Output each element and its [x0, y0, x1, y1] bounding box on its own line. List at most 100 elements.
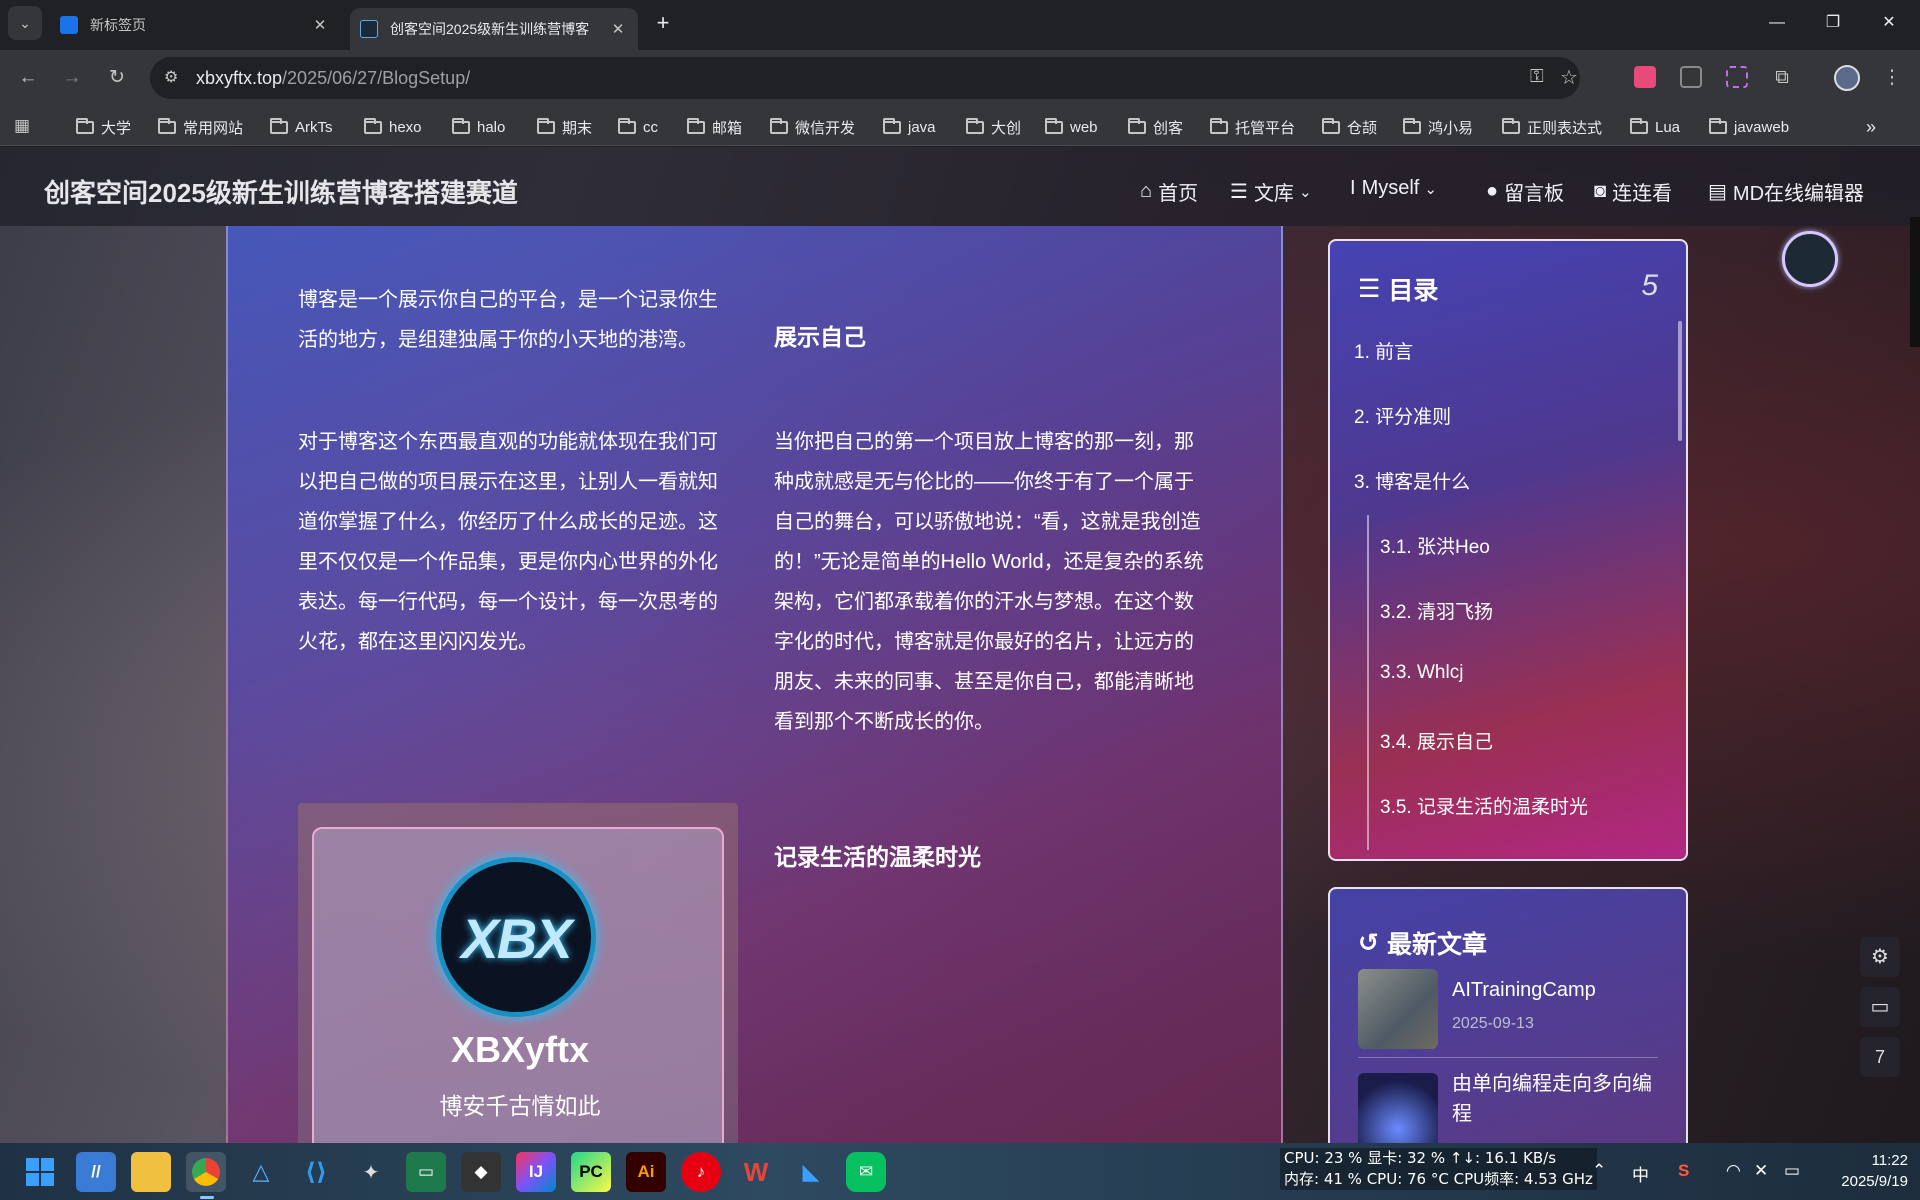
tab-new-tab[interactable]: 新标签页 ✕ — [50, 8, 340, 42]
close-window-button[interactable]: ✕ — [1866, 8, 1912, 42]
restore-button[interactable]: ❐ — [1810, 8, 1856, 42]
bookmark-folder[interactable]: 鸿小易 — [1403, 116, 1473, 138]
browser-menu-icon[interactable]: ⋮ — [1876, 62, 1908, 94]
wifi-icon[interactable]: ◠ — [1726, 1161, 1741, 1181]
toc-item[interactable]: 3.2. 清羽飞扬 — [1380, 597, 1493, 624]
copilot-app-icon[interactable]: // — [76, 1152, 116, 1192]
wechat-icon[interactable]: ✉ — [846, 1152, 886, 1192]
app-c-icon[interactable]: ▭ — [406, 1152, 446, 1192]
xbx-logo[interactable]: XBX — [436, 857, 596, 1017]
clock[interactable]: 11:22 2025/9/19 — [1818, 1150, 1908, 1192]
apps-grid-icon[interactable]: ▦ — [14, 116, 30, 136]
settings-gear-icon[interactable]: ⚙ — [1860, 937, 1900, 977]
post-title[interactable]: AITrainingCamp — [1452, 975, 1662, 1005]
app-b-icon[interactable]: ✦ — [351, 1152, 391, 1192]
bookmark-folder[interactable]: 仓颉 — [1322, 116, 1377, 138]
password-key-icon[interactable]: ⚿ — [1530, 66, 1544, 87]
netease-music-icon[interactable]: ♪ — [681, 1152, 721, 1192]
chevron-up-icon[interactable]: ⌃ — [1592, 1161, 1606, 1181]
pycharm-icon[interactable]: PC — [571, 1152, 611, 1192]
vscode-icon[interactable]: ⟨⟩ — [296, 1152, 336, 1192]
new-tab-favicon-icon — [60, 16, 78, 34]
minimize-button[interactable]: — — [1754, 8, 1800, 42]
app-e-icon[interactable]: ◣ — [791, 1152, 831, 1192]
bookmark-folder[interactable]: 邮箱 — [687, 116, 742, 138]
toc-item[interactable]: 1. 前言 — [1354, 337, 1413, 364]
address-bar[interactable]: ⚙ xbxyftx.top/2025/06/27/BlogSetup/ ⚿ ☆ — [150, 57, 1580, 99]
chrome-icon[interactable] — [186, 1152, 226, 1192]
start-windows-icon[interactable] — [20, 1152, 60, 1192]
comments-icon[interactable]: ▭ — [1860, 987, 1900, 1027]
app-d-icon[interactable]: ◆ — [461, 1152, 501, 1192]
nav-library[interactable]: ☰ 文库 ⌄ — [1230, 177, 1312, 206]
site-navbar: 创客空间2025级新生训练营博客搭建赛道 ⌂ 首页 ☰ 文库 ⌄ I Myself ⌄ ●… — [0, 147, 1920, 226]
bookmark-folder[interactable]: javaweb — [1709, 116, 1789, 138]
bookmark-label: 大学 — [101, 119, 132, 137]
bookmark-folder[interactable]: 大创 — [966, 116, 1021, 138]
folder-icon — [687, 117, 705, 134]
more-bookmarks-button[interactable]: » — [1866, 116, 1876, 138]
illustrator-icon[interactable]: Ai — [626, 1152, 666, 1192]
post-title[interactable]: 由单向编程走向多向编程 — [1452, 1069, 1662, 1129]
app-triangle-icon[interactable]: △ — [241, 1152, 281, 1192]
toc-item[interactable]: 2. 评分准则 — [1354, 402, 1451, 429]
site-info-icon[interactable]: ⚙ — [164, 67, 178, 87]
extensions-puzzle-icon[interactable]: ⧉ — [1766, 62, 1798, 94]
bookmark-folder[interactable]: 微信开发 — [770, 116, 855, 138]
toc-item[interactable]: 3. 博客是什么 — [1354, 467, 1470, 494]
reload-icon[interactable]: ↻ — [101, 62, 133, 94]
wps-icon[interactable]: W — [736, 1152, 776, 1192]
nav-guestbook[interactable]: ● 留言板 — [1486, 177, 1564, 206]
post-thumbnail[interactable] — [1358, 1073, 1438, 1143]
extension-capture-icon[interactable] — [1726, 66, 1748, 88]
bookmark-folder[interactable]: 托管平台 — [1210, 116, 1295, 138]
new-tab-button[interactable]: + — [640, 8, 686, 42]
date: 2025/9/19 — [1841, 1173, 1908, 1190]
floating-avatar[interactable] — [1782, 231, 1838, 287]
bookmark-label: 常用网站 — [183, 119, 244, 137]
battery-icon[interactable]: ▭ — [1784, 1161, 1800, 1181]
comment-count-badge[interactable]: 7 — [1860, 1037, 1900, 1077]
bookmark-folder[interactable]: Lua — [1630, 116, 1680, 138]
forward-arrow-icon[interactable]: → — [56, 62, 88, 94]
bookmark-folder[interactable]: 期末 — [537, 116, 592, 138]
nav-links[interactable]: ◙ 连连看 — [1594, 177, 1672, 206]
file-explorer-icon[interactable] — [131, 1152, 171, 1192]
tab-blog[interactable]: 创客空间2025级新生训练营博客 ✕ — [350, 8, 638, 50]
bookmark-folder[interactable]: 正则表达式 — [1502, 116, 1602, 138]
sogou-input-icon[interactable]: S — [1678, 1161, 1689, 1181]
bookmark-folder[interactable]: halo — [452, 116, 505, 138]
toc-item[interactable]: 3.4. 展示自己 — [1380, 727, 1493, 754]
bookmark-folder[interactable]: 大学 — [76, 116, 131, 138]
tab-search-button[interactable]: ⌄ — [8, 6, 42, 40]
nav-myself[interactable]: I Myself ⌄ — [1350, 177, 1437, 200]
page-scrollbar[interactable] — [1910, 217, 1920, 347]
extension-translate-icon[interactable] — [1634, 66, 1656, 88]
nav-home[interactable]: ⌂ 首页 — [1140, 177, 1198, 206]
back-arrow-icon[interactable]: ← — [12, 62, 44, 94]
bookmark-folder[interactable]: hexo — [364, 116, 422, 138]
profile-avatar[interactable] — [1834, 65, 1860, 91]
speaker-muted-icon[interactable]: ✕ — [1754, 1161, 1768, 1181]
bookmark-star-icon[interactable]: ☆ — [1560, 65, 1578, 90]
post-thumbnail[interactable] — [1358, 969, 1438, 1049]
bookmark-folder[interactable]: 创客 — [1128, 116, 1183, 138]
close-tab-icon[interactable]: ✕ — [608, 20, 628, 38]
bookmark-folder[interactable]: web — [1045, 116, 1098, 138]
intellij-idea-icon[interactable]: IJ — [516, 1152, 556, 1192]
ime-indicator[interactable]: 中 — [1632, 1161, 1649, 1186]
folder-icon — [1403, 117, 1421, 134]
bookmark-folder[interactable]: java — [883, 116, 936, 138]
toc-scrollbar[interactable] — [1678, 321, 1682, 441]
site-title[interactable]: 创客空间2025级新生训练营博客搭建赛道 — [44, 173, 518, 210]
extension-gray-icon[interactable] — [1680, 66, 1702, 88]
folder-icon — [1630, 117, 1648, 134]
toc-item[interactable]: 3.3. Whlcj — [1380, 662, 1463, 684]
bookmark-folder[interactable]: ArkTs — [270, 116, 333, 138]
toc-item[interactable]: 3.1. 张洪Heo — [1380, 532, 1490, 559]
bookmark-folder[interactable]: cc — [618, 116, 658, 138]
close-tab-icon[interactable]: ✕ — [310, 16, 330, 34]
toc-item[interactable]: 3.5. 记录生活的温柔时光 — [1380, 792, 1588, 819]
nav-md-editor[interactable]: ▤ MD在线编辑器 — [1708, 177, 1864, 206]
bookmark-folder[interactable]: 常用网站 — [158, 116, 243, 138]
